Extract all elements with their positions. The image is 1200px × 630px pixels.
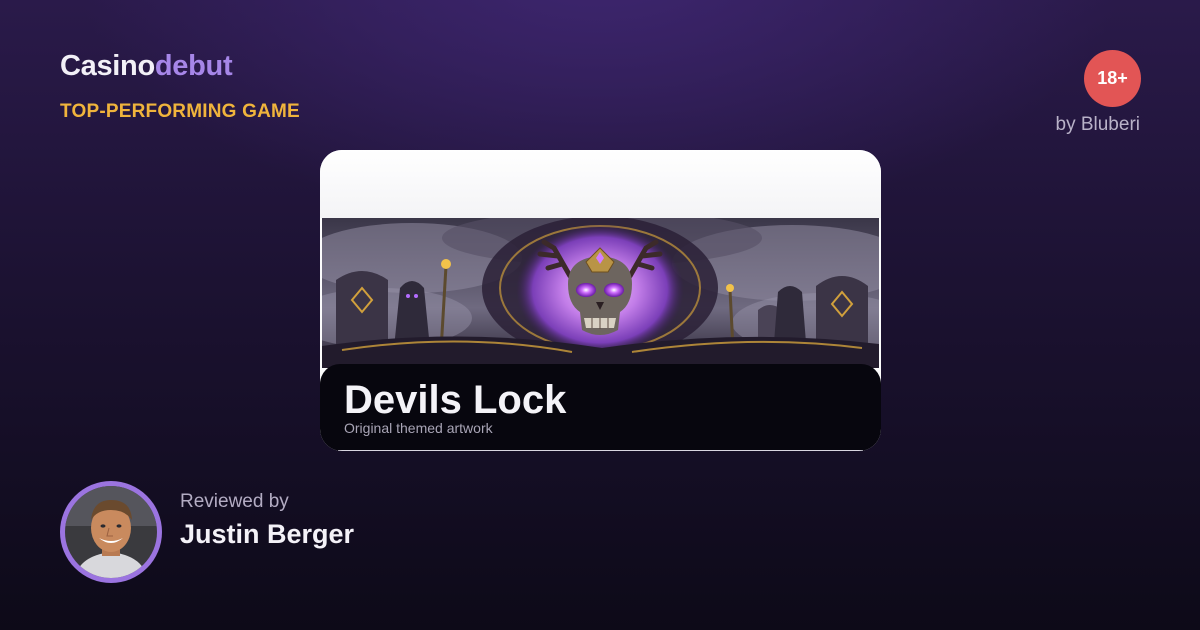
brand-name-part1: Casino [60, 50, 155, 82]
reviewer-avatar-icon[interactable] [65, 486, 157, 578]
skull-artwork-icon [322, 218, 879, 368]
card-top-band [320, 150, 881, 218]
reviewed-by-label: Reviewed by [180, 491, 289, 512]
game-caption: Devils Lock Original themed artwork [320, 364, 881, 451]
age-restriction-badge: 18+ [1084, 50, 1141, 107]
brand-logo[interactable]: Casinodebut [60, 50, 233, 83]
game-subtitle: Original themed artwork [344, 420, 493, 436]
category-label: TOP-PERFORMING GAME [60, 101, 300, 122]
game-card[interactable]: Devils Lock Original themed artwork [320, 150, 881, 451]
game-title: Devils Lock [344, 378, 567, 422]
brand-name-part2: debut [154, 50, 233, 82]
caption-divider [338, 450, 863, 451]
reviewer-name[interactable]: Justin Berger [180, 519, 354, 550]
provider-label: by Bluberi [1055, 114, 1141, 135]
